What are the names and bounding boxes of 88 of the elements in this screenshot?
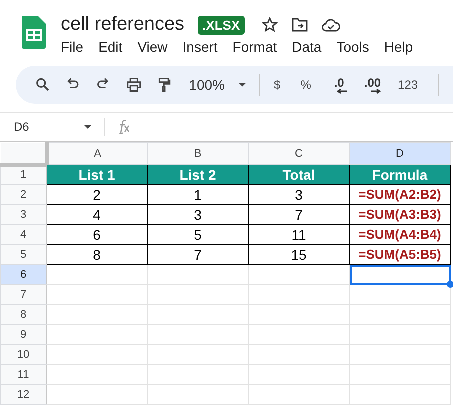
table-cell[interactable]: =SUM(A4:B4) bbox=[350, 224, 450, 244]
row-header[interactable]: 2 bbox=[0, 184, 46, 204]
table-cell[interactable] bbox=[46, 284, 148, 304]
column-header[interactable]: A bbox=[46, 142, 148, 164]
menu-item[interactable]: Insert bbox=[182, 39, 218, 55]
caret-icon[interactable] bbox=[84, 125, 92, 129]
folder-icon[interactable] bbox=[292, 18, 308, 32]
table-cell[interactable]: 7 bbox=[148, 244, 248, 264]
table-cell[interactable]: 1 bbox=[148, 184, 248, 204]
table-cell[interactable] bbox=[148, 324, 248, 344]
format-button[interactable]: % bbox=[300, 78, 312, 92]
table-cell[interactable]: 11 bbox=[248, 224, 350, 244]
left-arrow-icon bbox=[337, 88, 348, 94]
star-icon[interactable] bbox=[262, 17, 278, 33]
function-icon bbox=[117, 120, 131, 134]
row-header[interactable]: 6 bbox=[0, 264, 46, 284]
menu-item[interactable]: Edit bbox=[98, 39, 123, 55]
table-cell[interactable]: 15 bbox=[248, 244, 350, 264]
right-arrow-icon bbox=[370, 88, 381, 94]
table-cell[interactable] bbox=[46, 264, 148, 284]
format-button[interactable]: $ bbox=[274, 78, 281, 92]
table-cell[interactable]: =SUM(A5:B5) bbox=[350, 244, 450, 264]
table-cell[interactable] bbox=[46, 364, 148, 384]
table-cell[interactable] bbox=[148, 284, 248, 304]
table-cell[interactable] bbox=[248, 284, 350, 304]
column-header[interactable]: B bbox=[148, 142, 248, 164]
menu-item[interactable]: Format bbox=[232, 39, 278, 55]
row-header[interactable]: 5 bbox=[0, 244, 46, 264]
menu-item[interactable]: Data bbox=[292, 39, 322, 55]
file-type-badge: .XLSX bbox=[198, 16, 246, 34]
search-icon[interactable] bbox=[36, 77, 50, 93]
row-header[interactable]: 11 bbox=[0, 364, 46, 384]
table-cell[interactable] bbox=[148, 304, 248, 324]
table-cell[interactable] bbox=[148, 264, 248, 284]
row-header[interactable]: 12 bbox=[0, 384, 46, 404]
zoom-select[interactable]: 100% bbox=[189, 77, 225, 93]
table-cell[interactable] bbox=[46, 344, 148, 364]
table-cell[interactable] bbox=[46, 324, 148, 344]
table-cell[interactable]: =SUM(A3:B3) bbox=[350, 204, 450, 224]
sheets-logo-icon[interactable] bbox=[22, 16, 46, 49]
table-cell[interactable] bbox=[350, 304, 450, 324]
table-cell[interactable]: 2 bbox=[46, 184, 148, 204]
table-cell[interactable] bbox=[248, 344, 350, 364]
decimal-button[interactable]: .0 bbox=[334, 76, 344, 88]
decimal-button[interactable]: .00 bbox=[364, 76, 382, 88]
table-cell[interactable] bbox=[350, 344, 450, 364]
row-header[interactable]: 3 bbox=[0, 204, 46, 224]
table-cell[interactable] bbox=[248, 364, 350, 384]
table-cell[interactable]: 3 bbox=[248, 184, 350, 204]
name-box[interactable]: D6 bbox=[14, 120, 84, 134]
row-header[interactable]: 9 bbox=[0, 324, 46, 344]
table-cell[interactable] bbox=[46, 384, 148, 404]
menu-item[interactable]: File bbox=[61, 39, 84, 55]
document-title[interactable]: cell references bbox=[61, 14, 185, 36]
table-cell[interactable] bbox=[248, 324, 350, 344]
row-header[interactable]: 10 bbox=[0, 344, 46, 364]
table-cell[interactable]: =SUM(A2:B2) bbox=[350, 184, 450, 204]
row-header[interactable]: 7 bbox=[0, 284, 46, 304]
row-header[interactable]: 4 bbox=[0, 224, 46, 244]
format-button[interactable]: 123 bbox=[398, 78, 418, 92]
fill-handle[interactable] bbox=[447, 281, 453, 288]
print-icon[interactable] bbox=[126, 77, 141, 93]
table-cell[interactable]: 3 bbox=[148, 204, 248, 224]
row-header[interactable]: 8 bbox=[0, 304, 46, 324]
table-cell[interactable] bbox=[350, 364, 450, 384]
table-cell[interactable] bbox=[248, 304, 350, 324]
column-header[interactable]: C bbox=[248, 142, 350, 164]
column-header[interactable]: D bbox=[350, 142, 450, 164]
table-cell[interactable] bbox=[148, 384, 248, 404]
table-cell[interactable] bbox=[148, 364, 248, 384]
table-cell[interactable]: 8 bbox=[46, 244, 148, 264]
menu-item[interactable]: Help bbox=[384, 39, 414, 55]
table-cell[interactable] bbox=[148, 344, 248, 364]
table-cell[interactable]: 4 bbox=[46, 204, 148, 224]
table-cell[interactable] bbox=[350, 324, 450, 344]
menu-item[interactable]: Tools bbox=[336, 39, 370, 55]
table-cell[interactable]: 5 bbox=[148, 224, 248, 244]
table-cell[interactable] bbox=[248, 384, 350, 404]
select-all-corner[interactable] bbox=[0, 142, 46, 164]
menu-item[interactable]: View bbox=[138, 39, 168, 55]
table-cell[interactable]: 7 bbox=[248, 204, 350, 224]
cloud-check-icon[interactable] bbox=[322, 18, 340, 32]
table-cell[interactable] bbox=[46, 304, 148, 324]
caret-icon[interactable] bbox=[238, 83, 246, 87]
table-cell[interactable] bbox=[248, 264, 350, 284]
table-cell[interactable] bbox=[350, 384, 450, 404]
paint-roller-icon[interactable] bbox=[156, 77, 172, 93]
table-cell[interactable]: 6 bbox=[46, 224, 148, 244]
